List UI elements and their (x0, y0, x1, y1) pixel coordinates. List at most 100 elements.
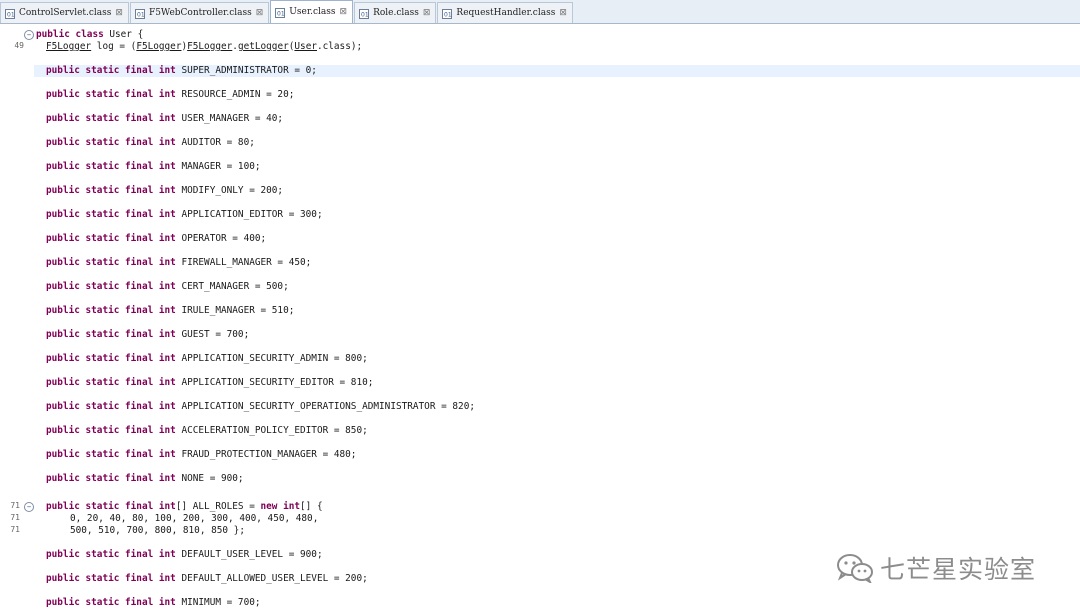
field-text: GUEST = 700; (181, 329, 250, 340)
svg-text:01: 01 (277, 10, 285, 17)
close-icon[interactable]: ⊠ (423, 8, 431, 18)
class-file-icon: 01 (134, 8, 146, 19)
wechat-icon (837, 554, 873, 583)
field-text: DEFAULT_USER_LEVEL = 900; (181, 549, 323, 560)
field-text: FIREWALL_MANAGER = 450; (181, 257, 312, 268)
field-text: RESOURCE_ADMIN = 20; (181, 89, 295, 100)
line-number: 71 (10, 501, 20, 510)
keyword: new int (260, 501, 301, 512)
tab-role[interactable]: 01 Role.class ⊠ (354, 2, 437, 23)
close-icon[interactable]: ⊠ (115, 8, 123, 18)
tab-requesthandler[interactable]: 01 RequestHandler.class ⊠ (437, 2, 573, 23)
class-file-icon: 01 (275, 7, 286, 18)
field-text: DEFAULT_ALLOWED_USER_LEVEL = 200; (181, 573, 368, 584)
keyword: public static final int (46, 329, 176, 340)
fold-collapse-icon[interactable]: − (24, 30, 34, 40)
svg-text:01: 01 (361, 11, 369, 18)
line-number: 49 (14, 41, 24, 50)
keyword: public static final int (46, 377, 176, 388)
close-icon[interactable]: ⊠ (256, 8, 264, 18)
field-text: APPLICATION_SECURITY_EDITOR = 810; (181, 377, 374, 388)
type-link[interactable]: F5Logger (187, 41, 232, 52)
field-text: SUPER_ADMINISTRATOR = 0; (181, 65, 317, 76)
field-text: USER_MANAGER = 40; (181, 113, 284, 124)
field-text: APPLICATION_SECURITY_ADMIN = 800; (181, 353, 368, 364)
keyword: public static final int (46, 401, 176, 412)
code-text: [] { (300, 501, 323, 512)
field-line: public static final int SUPER_ADMINISTRA… (46, 65, 1080, 77)
keyword: public static final int (46, 573, 176, 584)
tab-label: F5WebController.class (148, 8, 252, 18)
type-link[interactable]: F5Logger (136, 41, 181, 52)
keyword: public static final int (46, 353, 176, 364)
type-link[interactable]: F5Logger (46, 41, 91, 52)
keyword: public static final int (46, 113, 176, 124)
line-number: 71 (10, 525, 20, 534)
watermark-text: 七芒星实验室 (880, 555, 1037, 584)
watermark: 七芒星实验室 (836, 550, 1036, 586)
field-line: public static final int RESOURCE_ADMIN =… (46, 89, 1080, 101)
keyword: public static final int (46, 305, 176, 316)
field-line: public static final int ACCELERATION_POL… (46, 425, 1080, 437)
field-line: public static final int MODIFY_ONLY = 20… (46, 185, 1080, 197)
close-icon[interactable]: ⊠ (340, 7, 348, 17)
svg-text:01: 01 (137, 11, 145, 18)
line-number: 71 (10, 513, 20, 522)
field-text: APPLICATION_SECURITY_OPERATIONS_ADMINIST… (181, 401, 475, 412)
field-text: MODIFY_ONLY = 200; (181, 185, 284, 196)
code-text: User { (103, 29, 144, 40)
tab-controlservlet[interactable]: 01 ControlServlet.class ⊠ (0, 2, 129, 23)
type-link[interactable]: User (294, 41, 317, 52)
field-line: public static final int APPLICATION_SECU… (46, 353, 1080, 365)
tab-label: ControlServlet.class (19, 8, 112, 18)
tab-f5webcontroller[interactable]: 01 F5WebController.class ⊠ (129, 2, 270, 23)
keyword: public static final int (46, 233, 176, 244)
field-text: FRAUD_PROTECTION_MANAGER = 480; (181, 449, 357, 460)
field-line: public static final int USER_MANAGER = 4… (46, 113, 1080, 125)
keyword: public static final int (46, 449, 176, 460)
field-line: public static final int NONE = 900; (46, 473, 1080, 485)
field-line: public static final int MANAGER = 100; (46, 161, 1080, 173)
field-text: NONE = 900; (181, 473, 244, 484)
code-editor[interactable]: − 49 71 − 71 71 public class User { F5Lo… (0, 25, 1080, 613)
code-text: log = ( (91, 41, 137, 52)
field-text: IRULE_MANAGER = 510; (181, 305, 295, 316)
method-link[interactable]: getLogger (238, 41, 289, 52)
keyword: public static final int (46, 425, 176, 436)
field-line: public static final int MINIMUM = 700; (46, 597, 1080, 609)
code-area[interactable]: public class User { F5Logger log = (F5Lo… (34, 25, 1080, 613)
keyword: public static final int (46, 473, 176, 484)
all-roles-declaration: public static final int[] ALL_ROLES = ne… (46, 501, 1080, 513)
keyword: public class (36, 29, 104, 40)
keyword: public static final int (46, 281, 176, 292)
class-file-icon: 01 (5, 8, 16, 19)
keyword: public static final int (46, 161, 176, 172)
field-line: public static final int FIREWALL_MANAGER… (46, 257, 1080, 269)
svg-text:01: 01 (7, 11, 15, 18)
field-line: public static final int CERT_MANAGER = 5… (46, 281, 1080, 293)
svg-text:01: 01 (444, 11, 452, 18)
field-text: ACCELERATION_POLICY_EDITOR = 850; (181, 425, 368, 436)
keyword: public static final int (46, 137, 176, 148)
keyword: public static final int (46, 501, 176, 512)
all-roles-values: 500, 510, 700, 800, 810, 850 }; (70, 525, 245, 536)
code-text: [] ALL_ROLES = (175, 501, 261, 512)
editor-tab-bar: 01 ControlServlet.class ⊠ 01 F5WebContro… (0, 0, 1080, 24)
field-line: public static final int APPLICATION_EDIT… (46, 209, 1080, 221)
field-line: public static final int GUEST = 700; (46, 329, 1080, 341)
field-text: APPLICATION_EDITOR = 300; (181, 209, 323, 220)
field-line: public static final int IRULE_MANAGER = … (46, 305, 1080, 317)
field-line: public static final int AUDITOR = 80; (46, 137, 1080, 149)
keyword: public static final int (46, 185, 176, 196)
line-number-gutter: − 49 71 − 71 71 (0, 25, 34, 613)
class-file-icon: 01 (359, 8, 370, 19)
all-roles-values: 0, 20, 40, 80, 100, 200, 300, 400, 450, … (70, 513, 319, 524)
field-line: public static final int APPLICATION_SECU… (46, 401, 1080, 413)
tab-label: RequestHandler.class (456, 8, 556, 18)
tab-user[interactable]: 01 User.class ⊠ (270, 0, 354, 23)
class-declaration: public class User { (36, 29, 1080, 41)
field-text: OPERATOR = 400; (181, 233, 267, 244)
field-line: public static final int APPLICATION_SECU… (46, 377, 1080, 389)
close-icon[interactable]: ⊠ (559, 8, 567, 18)
fold-collapse-icon[interactable]: − (24, 502, 34, 512)
